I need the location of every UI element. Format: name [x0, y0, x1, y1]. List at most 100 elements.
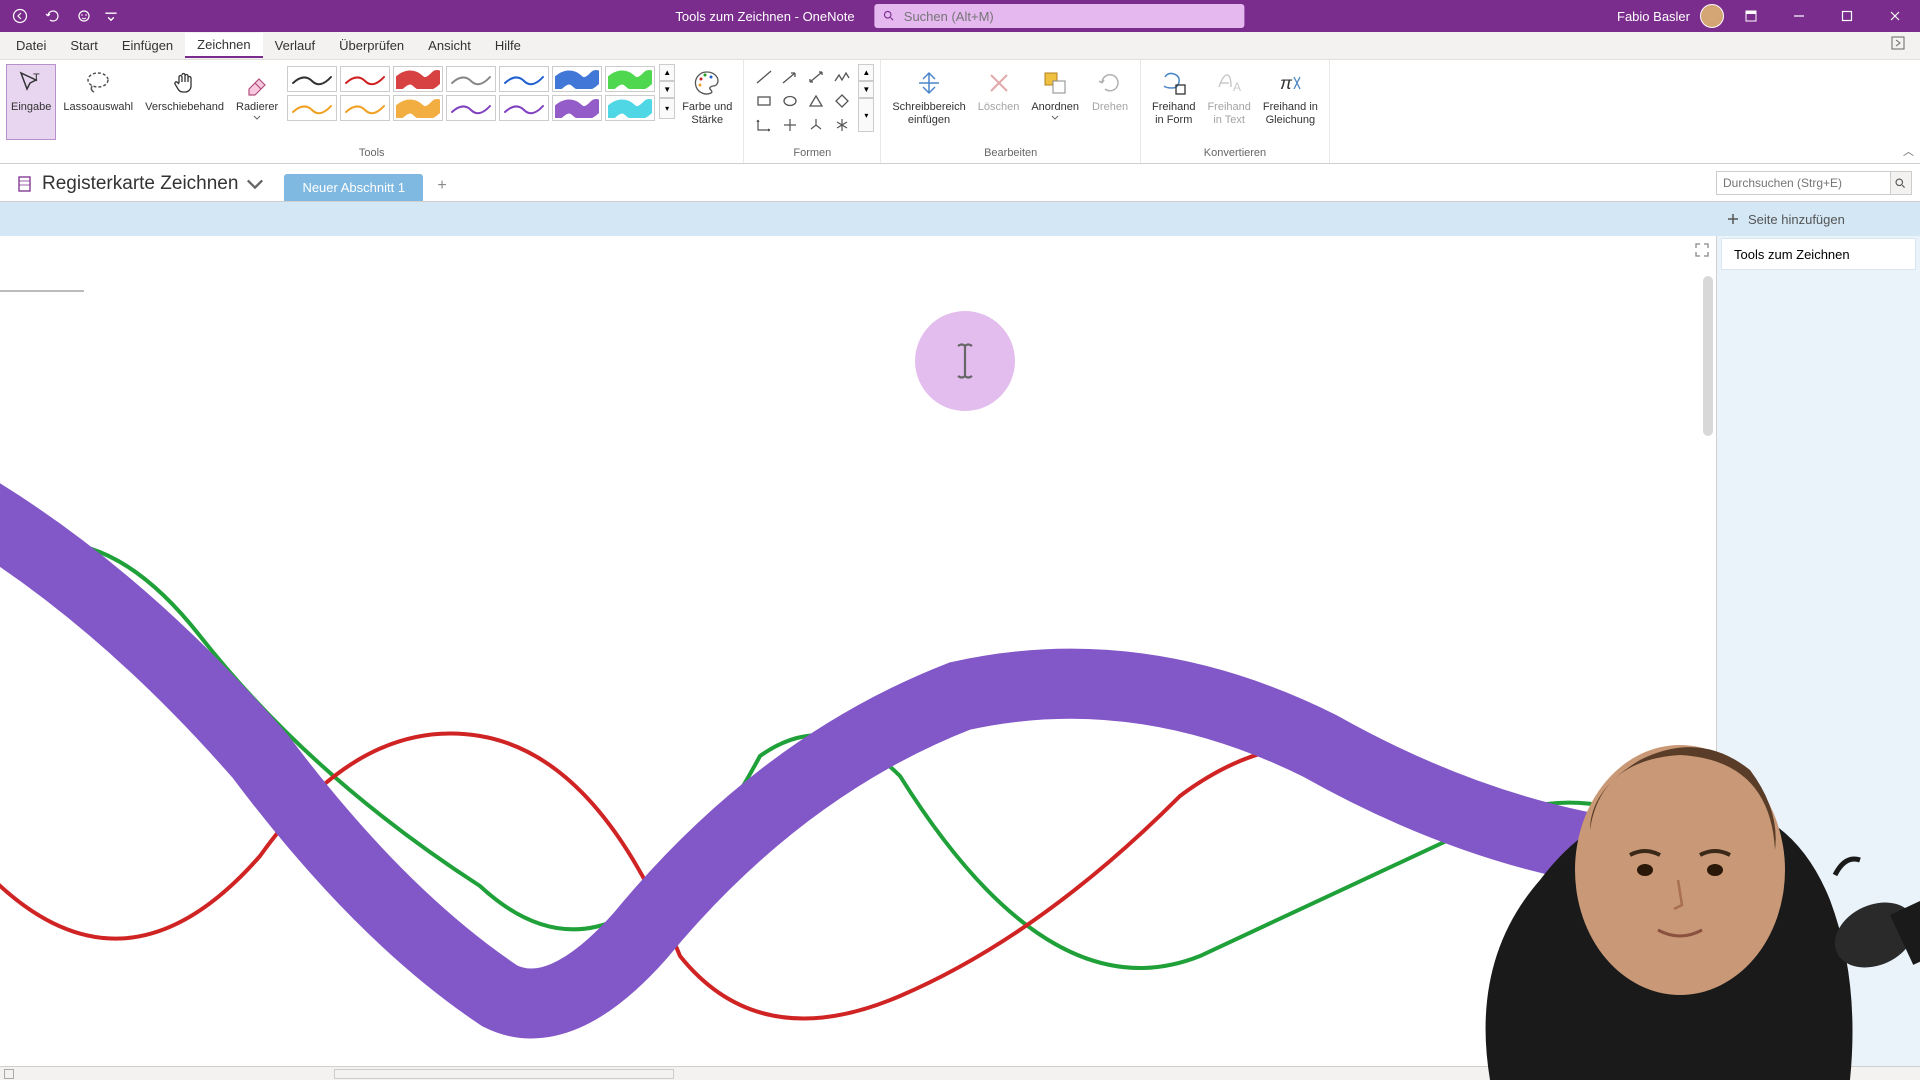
group-label-bearbeiten: Bearbeiten [984, 145, 1037, 161]
shape-line[interactable] [752, 66, 776, 88]
local-search-button[interactable] [1890, 172, 1911, 194]
page-item[interactable]: Tools zum Zeichnen [1721, 238, 1916, 270]
hand-button[interactable]: Verschiebehand [140, 64, 229, 140]
global-search[interactable] [875, 4, 1245, 28]
gallery-more-button[interactable]: ▾ [659, 98, 675, 119]
menu-zeichnen[interactable]: Zeichnen [185, 33, 262, 58]
minimize-button[interactable] [1778, 0, 1820, 32]
rotate-icon [1094, 67, 1126, 99]
window-title: Tools zum Zeichnen - OneNote [675, 9, 854, 24]
shape-diamond[interactable] [830, 90, 854, 112]
horizontal-scrollbar[interactable] [334, 1069, 674, 1079]
close-button[interactable] [1874, 0, 1916, 32]
anordnen-button[interactable]: Anordnen [1026, 64, 1084, 140]
lasso-icon [82, 67, 114, 99]
pen-swatch[interactable] [446, 66, 496, 92]
share-button[interactable] [1880, 31, 1916, 60]
arrange-icon [1039, 67, 1071, 99]
menu-verlauf[interactable]: Verlauf [263, 34, 327, 57]
menu-datei[interactable]: Datei [4, 34, 58, 57]
shape-ellipse[interactable] [778, 90, 802, 112]
back-button[interactable] [8, 4, 32, 28]
menu-ansicht[interactable]: Ansicht [416, 34, 483, 57]
ink-strokes [0, 236, 1716, 1066]
gallery-up-button[interactable]: ▲ [659, 64, 675, 81]
pen-swatch[interactable] [340, 66, 390, 92]
ink-to-text-icon: A [1213, 67, 1245, 99]
title-placeholder[interactable] [0, 286, 84, 292]
cursor-highlight [915, 311, 1015, 411]
pen-swatch[interactable] [605, 66, 655, 92]
local-search[interactable] [1716, 171, 1912, 195]
user-name-label: Fabio Basler [1617, 9, 1690, 24]
farbe-staerke-button[interactable]: Farbe und Stärke [677, 64, 737, 140]
global-search-input[interactable] [904, 9, 1237, 24]
shape-rect[interactable] [752, 90, 776, 112]
canvas[interactable] [0, 236, 1716, 1066]
undo-button[interactable] [40, 4, 64, 28]
shape-zigzag[interactable] [830, 66, 854, 88]
shape-axes-3d-full[interactable] [830, 114, 854, 136]
add-section-button[interactable]: + [431, 175, 453, 197]
scroll-left-button[interactable] [4, 1069, 14, 1079]
local-search-input[interactable] [1717, 176, 1890, 190]
pen-swatch[interactable] [287, 95, 337, 121]
pen-gallery [285, 64, 657, 123]
freihand-gleichung-button[interactable]: π Freihand in Gleichung [1258, 64, 1323, 140]
add-page-button[interactable]: Seite hinzufügen [1716, 202, 1920, 236]
pen-swatch[interactable] [605, 95, 655, 121]
shape-axes-quad[interactable] [778, 114, 802, 136]
notebook-nav: Registerkarte Zeichnen Neuer Abschnitt 1… [0, 164, 1920, 202]
status-bar [0, 1066, 1920, 1080]
chevron-down-icon [1051, 115, 1059, 121]
ink-to-shape-icon [1158, 67, 1190, 99]
ribbon-group-bearbeiten: Schreibbereich einfügen Löschen Anordnen… [881, 60, 1141, 163]
ribbon-display-button[interactable] [1730, 0, 1772, 32]
notebook-dropdown[interactable]: Registerkarte Zeichnen [8, 169, 272, 201]
gallery-down-button[interactable]: ▼ [659, 81, 675, 98]
shapes-up-button[interactable]: ▲ [858, 64, 874, 81]
ribbon: T Eingabe Lassoauswahl Verschiebehand Ra… [0, 60, 1920, 164]
freihand-text-button: A Freihand in Text [1202, 64, 1255, 140]
pen-swatch[interactable] [552, 95, 602, 121]
schreibbereich-button[interactable]: Schreibbereich einfügen [887, 64, 970, 140]
pen-swatch[interactable] [287, 66, 337, 92]
section-tab[interactable]: Neuer Abschnitt 1 [284, 174, 423, 201]
pen-swatch[interactable] [499, 66, 549, 92]
fullscreen-button[interactable] [1694, 242, 1710, 263]
pen-swatch[interactable] [393, 66, 443, 92]
pen-swatch[interactable] [340, 95, 390, 121]
ribbon-group-formen: ▲ ▼ ▾ Formen [744, 60, 881, 163]
ink-to-math-icon: π [1274, 67, 1306, 99]
pen-swatch[interactable] [446, 95, 496, 121]
menu-ueberpruefen[interactable]: Überprüfen [327, 34, 416, 57]
qat-customize-button[interactable] [104, 4, 118, 28]
canvas-scrollbar[interactable] [1703, 276, 1713, 436]
shape-double-arrow[interactable] [804, 66, 828, 88]
collapse-ribbon-button[interactable]: ︿ [1903, 143, 1914, 159]
menu-hilfe[interactable]: Hilfe [483, 34, 533, 57]
pen-swatch[interactable] [552, 66, 602, 92]
notebook-icon [16, 175, 34, 193]
pen-swatch[interactable] [499, 95, 549, 121]
touch-mode-button[interactable] [72, 4, 96, 28]
shapes-down-button[interactable]: ▼ [858, 81, 874, 98]
search-icon [1894, 177, 1907, 190]
shape-axes-3d[interactable] [804, 114, 828, 136]
freihand-form-button[interactable]: Freihand in Form [1147, 64, 1200, 140]
menu-start[interactable]: Start [58, 34, 109, 57]
pen-swatch[interactable] [393, 95, 443, 121]
radierer-button[interactable]: Radierer [231, 64, 283, 140]
shapes-more-button[interactable]: ▾ [858, 98, 874, 132]
menu-einfuegen[interactable]: Einfügen [110, 34, 185, 57]
eingabe-button[interactable]: T Eingabe [6, 64, 56, 140]
ribbon-group-tools: T Eingabe Lassoauswahl Verschiebehand Ra… [0, 60, 744, 163]
group-label-konvertieren: Konvertieren [1204, 145, 1266, 161]
shape-axes-2d[interactable] [752, 114, 776, 136]
lasso-button[interactable]: Lassoauswahl [58, 64, 138, 140]
user-avatar[interactable] [1700, 4, 1724, 28]
shape-arrow[interactable] [778, 66, 802, 88]
maximize-button[interactable] [1826, 0, 1868, 32]
hand-icon [169, 67, 201, 99]
shape-triangle[interactable] [804, 90, 828, 112]
